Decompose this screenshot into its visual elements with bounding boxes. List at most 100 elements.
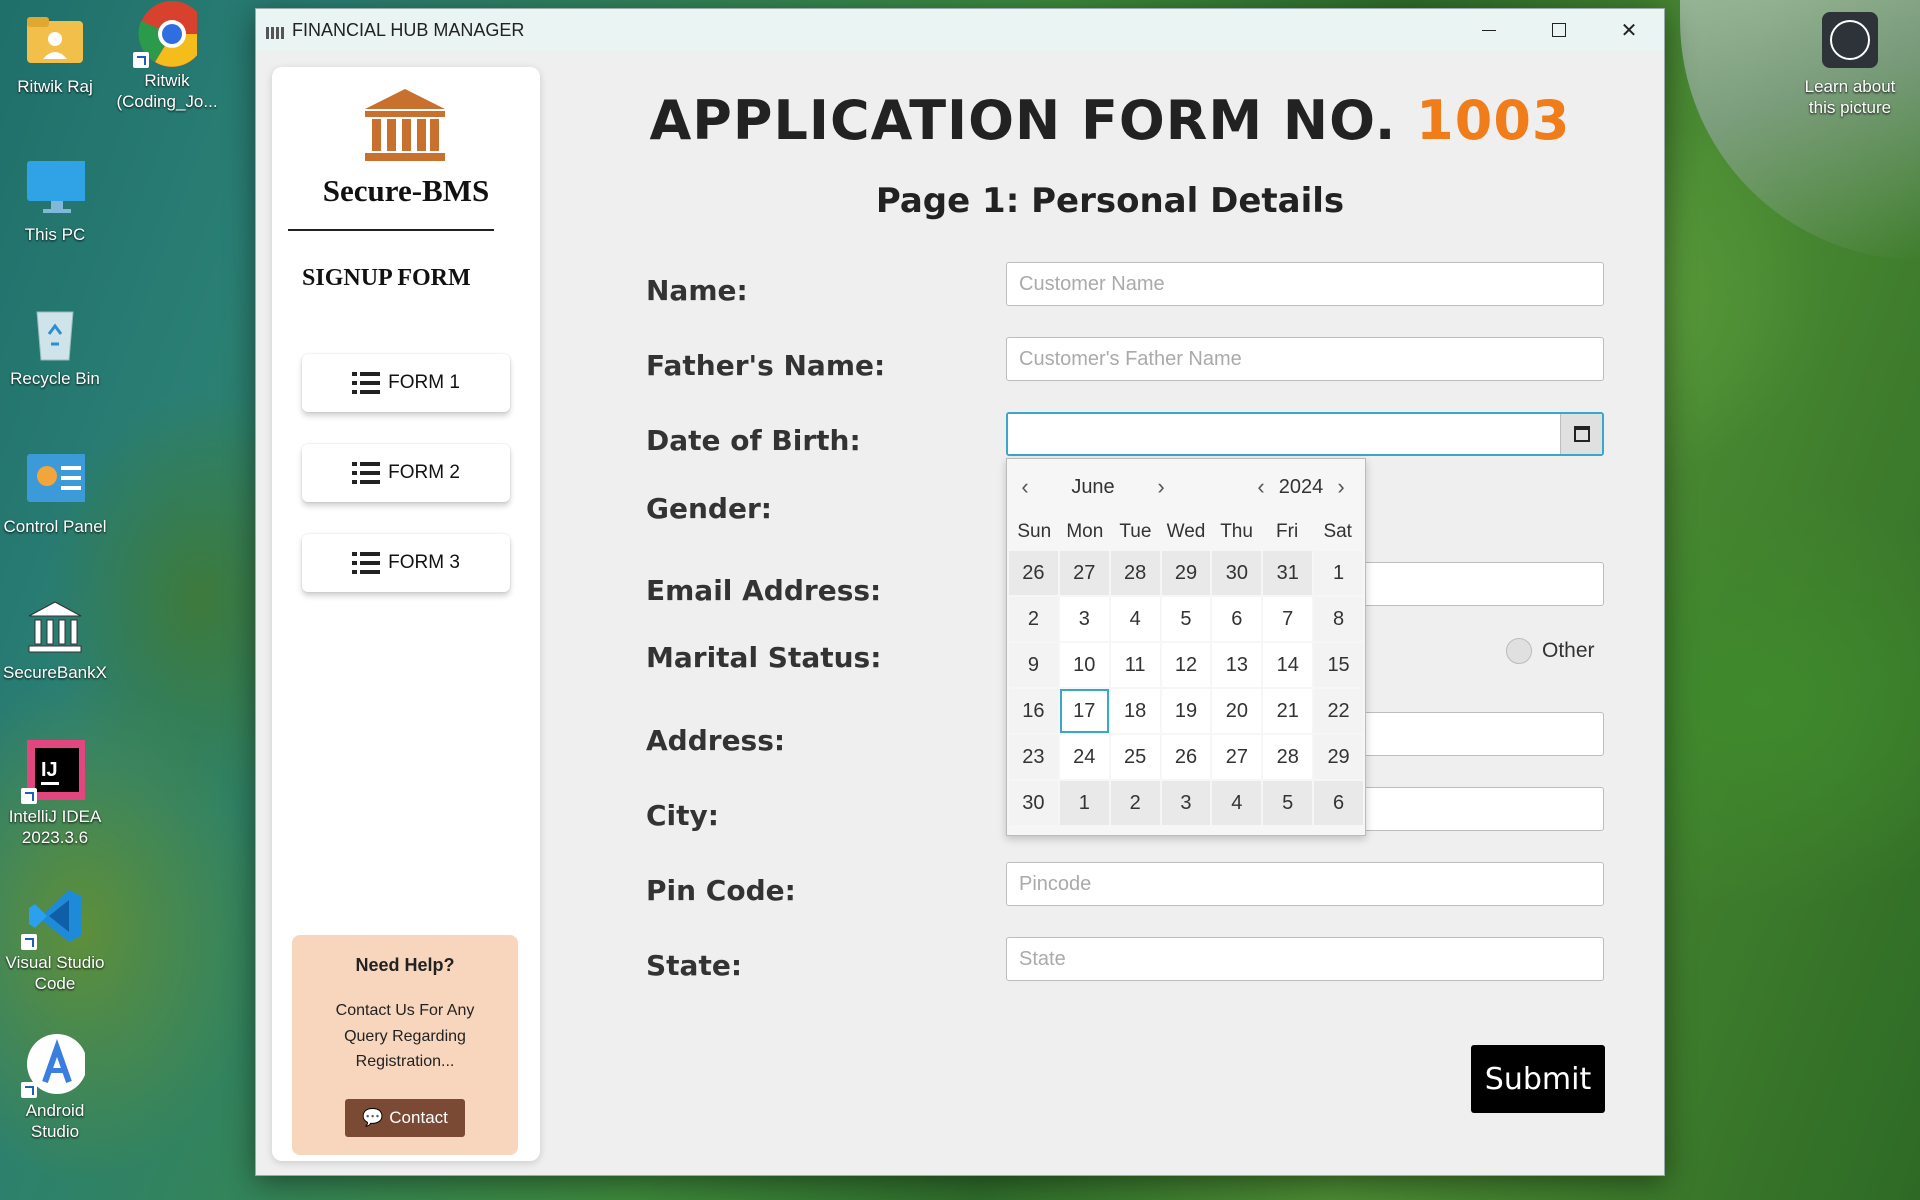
dob-field[interactable] xyxy=(1008,414,1560,454)
marital-other-option[interactable]: Other xyxy=(1506,638,1595,664)
bank-icon xyxy=(25,596,85,656)
calendar-day[interactable]: 4 xyxy=(1110,597,1160,641)
calendar-day[interactable]: 18 xyxy=(1110,689,1160,733)
desktop-icon-this-pc[interactable]: This PC xyxy=(0,158,110,245)
calendar-day[interactable]: 4 xyxy=(1212,781,1262,825)
desktop-icon-android-studio[interactable]: Android Studio xyxy=(0,1034,110,1143)
calendar-day[interactable]: 8 xyxy=(1314,597,1363,641)
prev-year-button[interactable]: ‹ xyxy=(1249,474,1273,500)
calendar-day[interactable]: 26 xyxy=(1009,551,1058,595)
list-icon xyxy=(352,372,381,394)
calendar-day[interactable]: 5 xyxy=(1161,597,1211,641)
calendar-day[interactable]: 25 xyxy=(1110,735,1160,779)
calendar-day[interactable]: 16 xyxy=(1009,689,1058,733)
calendar-day[interactable]: 22 xyxy=(1314,689,1363,733)
calendar-day[interactable]: 1 xyxy=(1059,781,1109,825)
radio-button[interactable] xyxy=(1506,638,1532,664)
pincode-field[interactable] xyxy=(1006,862,1604,906)
next-month-button[interactable]: › xyxy=(1143,474,1179,500)
desktop-icon-intellij[interactable]: IJ IntelliJ IDEA 2023.3.6 xyxy=(0,740,110,849)
learn-about-picture[interactable]: Learn about this picture xyxy=(1790,12,1910,119)
calendar-day[interactable]: 28 xyxy=(1263,735,1313,779)
calendar-day[interactable]: 12 xyxy=(1161,643,1211,687)
calendar-day[interactable]: 2 xyxy=(1009,597,1058,641)
help-title: Need Help? xyxy=(355,955,455,975)
calendar-day[interactable]: 27 xyxy=(1212,735,1262,779)
calendar-button[interactable] xyxy=(1560,414,1602,454)
father-name-field[interactable] xyxy=(1006,337,1604,381)
list-icon xyxy=(352,462,381,484)
weekday-header: Sun Mon Tue Wed Thu Fri Sat xyxy=(1007,515,1365,549)
calendar-day[interactable]: 20 xyxy=(1212,689,1262,733)
submit-button[interactable]: Submit xyxy=(1471,1045,1605,1113)
calendar-day[interactable]: 17 xyxy=(1059,689,1109,733)
calendar-day[interactable]: 19 xyxy=(1161,689,1211,733)
dob-label: Date of Birth: xyxy=(646,424,861,457)
calendar-day[interactable]: 15 xyxy=(1314,643,1363,687)
name-field[interactable] xyxy=(1006,262,1604,306)
brand-divider xyxy=(288,229,494,231)
calendar-day[interactable]: 3 xyxy=(1059,597,1109,641)
calendar-day[interactable]: 29 xyxy=(1161,551,1211,595)
maximize-button[interactable] xyxy=(1524,9,1594,51)
calendar-day[interactable]: 23 xyxy=(1009,735,1058,779)
desktop-icon-user-folder[interactable]: Ritwik Raj xyxy=(0,10,110,97)
calendar-day[interactable]: 29 xyxy=(1314,735,1363,779)
desktop-icon-securebankx[interactable]: SecureBankX xyxy=(0,596,110,683)
minimize-button[interactable] xyxy=(1454,9,1524,51)
calendar-day[interactable]: 28 xyxy=(1110,551,1160,595)
state-label: State: xyxy=(646,949,743,982)
form-1-button[interactable]: FORM 1 xyxy=(302,354,510,412)
calendar-day[interactable]: 14 xyxy=(1263,643,1313,687)
calendar-day[interactable]: 10 xyxy=(1059,643,1109,687)
form-number: 1003 xyxy=(1416,89,1571,152)
help-box: Need Help? Contact Us For Any Query Rega… xyxy=(292,935,518,1155)
calendar-day[interactable]: 13 xyxy=(1212,643,1262,687)
calendar-day[interactable]: 2 xyxy=(1110,781,1160,825)
weekday-label: Sun xyxy=(1017,521,1052,542)
state-field[interactable] xyxy=(1006,937,1604,981)
calendar-day[interactable]: 9 xyxy=(1009,643,1058,687)
dob-picker xyxy=(1006,412,1604,456)
desktop-icon-vscode[interactable]: Visual Studio Code xyxy=(0,886,110,995)
calendar-day[interactable]: 26 xyxy=(1161,735,1211,779)
weekday-label: Wed xyxy=(1166,521,1206,542)
desktop-icon-recycle-bin[interactable]: Recycle Bin xyxy=(0,302,110,389)
title-bar[interactable]: FINANCIAL HUB MANAGER ✕ xyxy=(256,9,1664,51)
close-button[interactable]: ✕ xyxy=(1594,9,1664,51)
calendar-day[interactable]: 30 xyxy=(1212,551,1262,595)
list-icon xyxy=(352,552,381,574)
father-name-label: Father's Name: xyxy=(646,349,886,382)
bank-icon xyxy=(266,21,286,39)
next-year-button[interactable]: › xyxy=(1329,474,1353,500)
desktop-icon-control-panel[interactable]: Control Panel xyxy=(0,450,110,537)
calendar-day[interactable]: 1 xyxy=(1314,551,1363,595)
calendar-day[interactable]: 11 xyxy=(1110,643,1160,687)
address-label: Address: xyxy=(646,724,786,757)
email-label: Email Address: xyxy=(646,574,882,607)
page-subtitle: Page 1: Personal Details xyxy=(875,181,1345,221)
calendar-day[interactable]: 21 xyxy=(1263,689,1313,733)
minimize-icon xyxy=(1482,29,1496,31)
calendar-day[interactable]: 24 xyxy=(1059,735,1109,779)
prev-month-button[interactable]: ‹ xyxy=(1007,474,1043,500)
form-3-button[interactable]: FORM 3 xyxy=(302,534,510,592)
contact-button[interactable]: 💬 Contact xyxy=(345,1099,465,1137)
calendar-day[interactable]: 3 xyxy=(1161,781,1211,825)
year-label: 2024 xyxy=(1278,475,1324,498)
calendar-day[interactable]: 7 xyxy=(1263,597,1313,641)
brand-name: Secure-BMS xyxy=(322,173,490,208)
calendar-day[interactable]: 5 xyxy=(1263,781,1313,825)
calendar-day[interactable]: 6 xyxy=(1314,781,1363,825)
form-2-button[interactable]: FORM 2 xyxy=(302,444,510,502)
calendar-day[interactable]: 30 xyxy=(1009,781,1058,825)
date-picker-popup: ‹ June › ‹ 2024 › Sun Mon Tue Wed Thu Fri Sat … xyxy=(1006,458,1366,836)
calendar-day[interactable]: 31 xyxy=(1263,551,1313,595)
desktop-icon-chrome[interactable]: Ritwik (Coding_Jo... xyxy=(112,1,222,113)
intellij-icon: IJ xyxy=(21,740,85,804)
calendar-day[interactable]: 6 xyxy=(1212,597,1262,641)
control-panel-icon xyxy=(25,450,85,510)
bank-logo-icon xyxy=(365,89,445,161)
calendar-day[interactable]: 27 xyxy=(1059,551,1109,595)
page-title: APPLICATION FORM NO. 1003 xyxy=(649,89,1571,152)
